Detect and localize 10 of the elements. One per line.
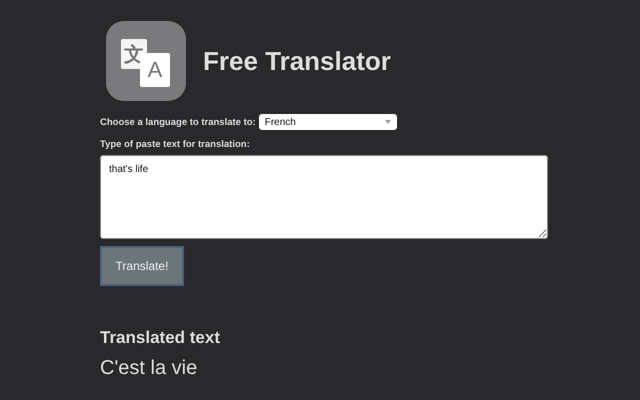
translated-text: C'est la vie	[100, 357, 198, 380]
text-input-field[interactable]: that's life	[100, 155, 548, 239]
app-title: Free Translator	[203, 46, 391, 76]
language-dropdown[interactable]: French	[258, 114, 397, 130]
input-label: Type of paste text for translation:	[100, 139, 251, 150]
dropdown-arrow-icon	[384, 120, 391, 124]
app-logo-icon: 文 A	[106, 21, 186, 101]
result-heading: Translated text	[100, 328, 221, 348]
translate-button[interactable]: Translate!	[100, 246, 184, 286]
language-label: Choose a language to translate to:	[100, 116, 256, 128]
